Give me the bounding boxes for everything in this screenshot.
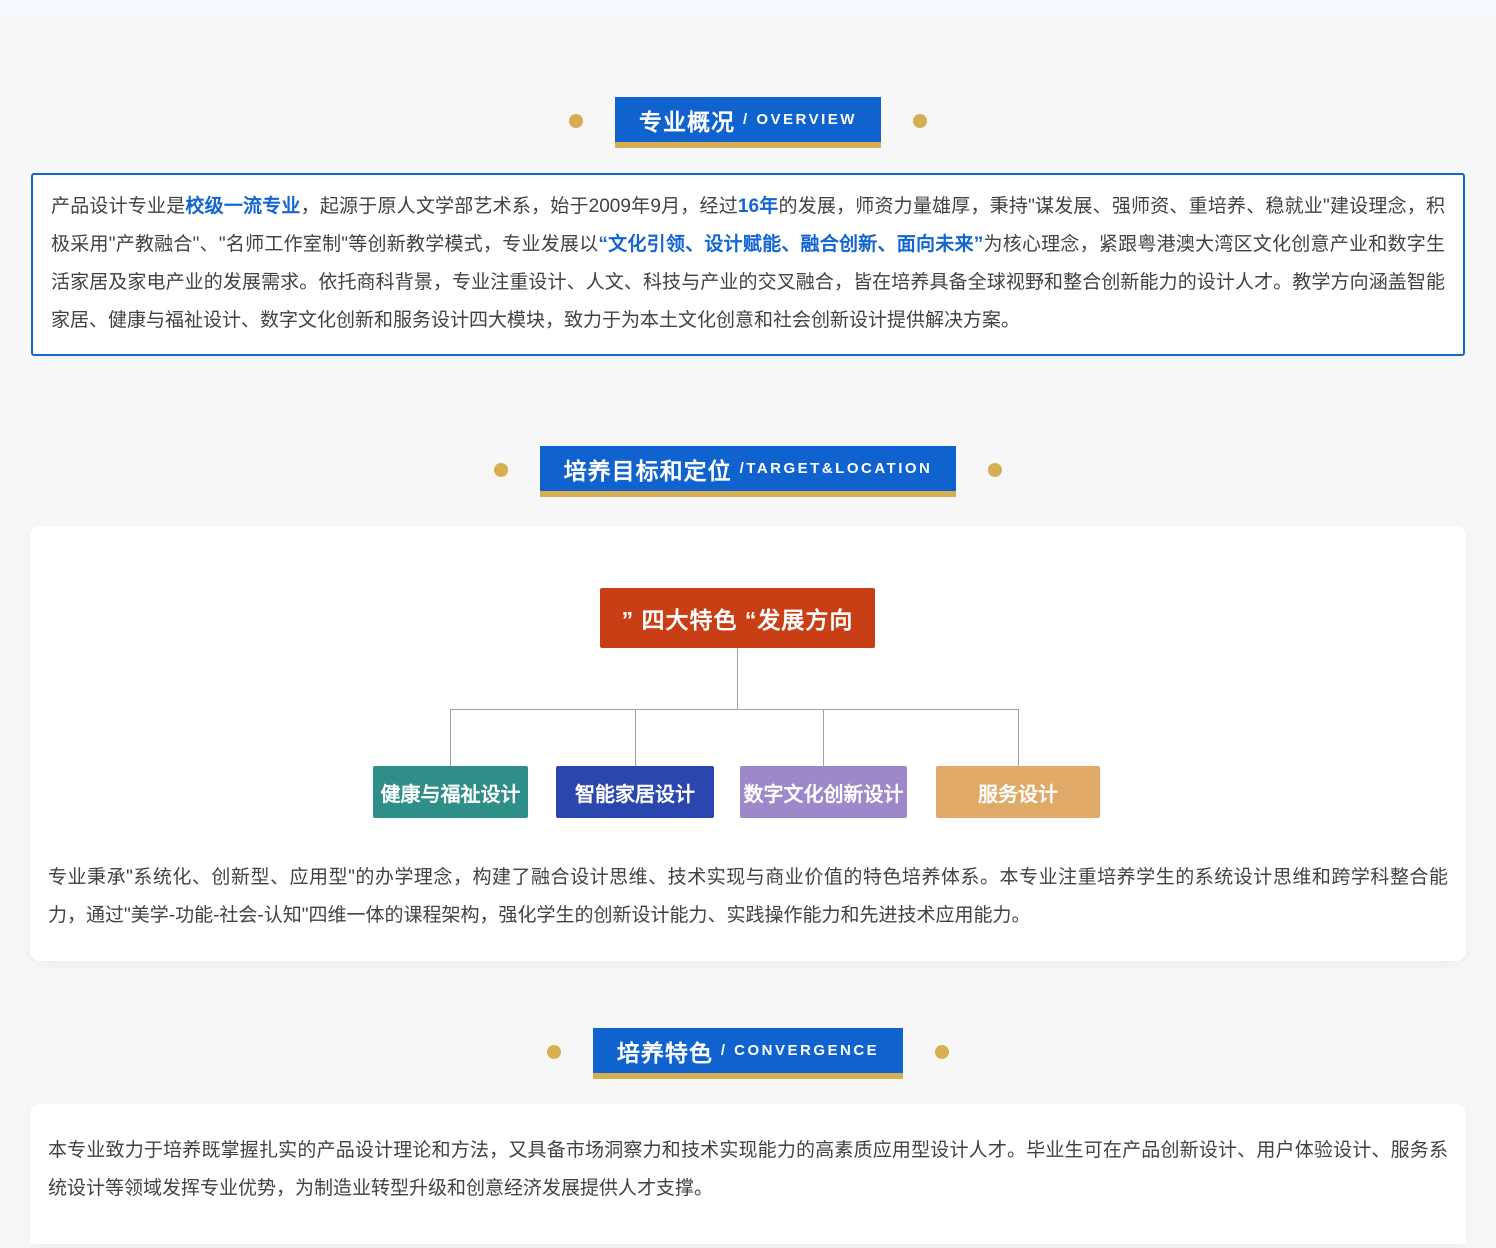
diagram-connector-line <box>823 709 824 766</box>
target-title-badge: 培养目标和定位 /TARGET&LOCATION <box>540 446 957 497</box>
target-card: ” 四大特色 “发展方向 健康与福祉设计 智能家居设计 数字文化创新设计 服务设… <box>30 526 1466 961</box>
gold-underline <box>593 1073 903 1079</box>
features-title-badge: 培养特色 / CONVERGENCE <box>593 1028 903 1079</box>
gold-underline <box>540 491 957 497</box>
accent-dot-icon <box>547 1045 561 1059</box>
overview-title-zh: 专业概况 <box>639 103 735 137</box>
gold-underline <box>615 142 881 148</box>
section-header-target: 培养目标和定位 /TARGET&LOCATION <box>0 446 1496 497</box>
target-title: 培养目标和定位 /TARGET&LOCATION <box>540 446 957 491</box>
target-title-zh: 培养目标和定位 <box>564 452 732 486</box>
overview-text-card: 产品设计专业是校级一流专业，起源于原人文学部艺术系，始于2009年9月，经过16… <box>31 173 1465 356</box>
diagram-connector-line <box>635 709 636 766</box>
overview-title: 专业概况 / OVERVIEW <box>615 97 881 142</box>
features-title: 培养特色 / CONVERGENCE <box>593 1028 903 1073</box>
accent-dot-icon <box>569 114 583 128</box>
diagram-node-digital-culture-innovation-design: 数字文化创新设计 <box>740 766 907 818</box>
diagram-node-health-welfare-design: 健康与福祉设计 <box>373 766 528 818</box>
diagram-node-service-design: 服务设计 <box>936 766 1100 818</box>
accent-dot-icon <box>935 1045 949 1059</box>
features-paragraph: 本专业致力于培养既掌握扎实的产品设计理论和方法，又具备市场洞察力和技术实现能力的… <box>48 1132 1448 1208</box>
top-strip <box>0 0 1496 17</box>
overview-title-badge: 专业概况 / OVERVIEW <box>615 97 881 148</box>
diagram-connector-line <box>1018 709 1019 766</box>
diagram-connector-line <box>450 709 451 766</box>
features-title-zh: 培养特色 <box>617 1034 713 1068</box>
diagram-root-node: ” 四大特色 “发展方向 <box>600 588 875 648</box>
section-header-features: 培养特色 / CONVERGENCE <box>0 1028 1496 1079</box>
accent-dot-icon <box>988 463 1002 477</box>
features-card: 本专业致力于培养既掌握扎实的产品设计理论和方法，又具备市场洞察力和技术实现能力的… <box>30 1104 1466 1244</box>
accent-dot-icon <box>913 114 927 128</box>
target-title-en: /TARGET&LOCATION <box>740 460 933 477</box>
target-paragraph: 专业秉承"系统化、创新型、应用型"的办学理念，构建了融合设计思维、技术实现与商业… <box>48 859 1448 935</box>
section-header-overview: 专业概况 / OVERVIEW <box>0 97 1496 148</box>
accent-dot-icon <box>494 463 508 477</box>
overview-paragraph: 产品设计专业是校级一流专业，起源于原人文学部艺术系，始于2009年9月，经过16… <box>51 188 1445 340</box>
overview-title-en: / OVERVIEW <box>743 111 857 128</box>
features-title-en: / CONVERGENCE <box>721 1042 879 1059</box>
diagram-connector-line <box>737 648 738 709</box>
diagram-connector-line <box>450 709 1018 710</box>
diagram-node-smart-home-design: 智能家居设计 <box>556 766 714 818</box>
